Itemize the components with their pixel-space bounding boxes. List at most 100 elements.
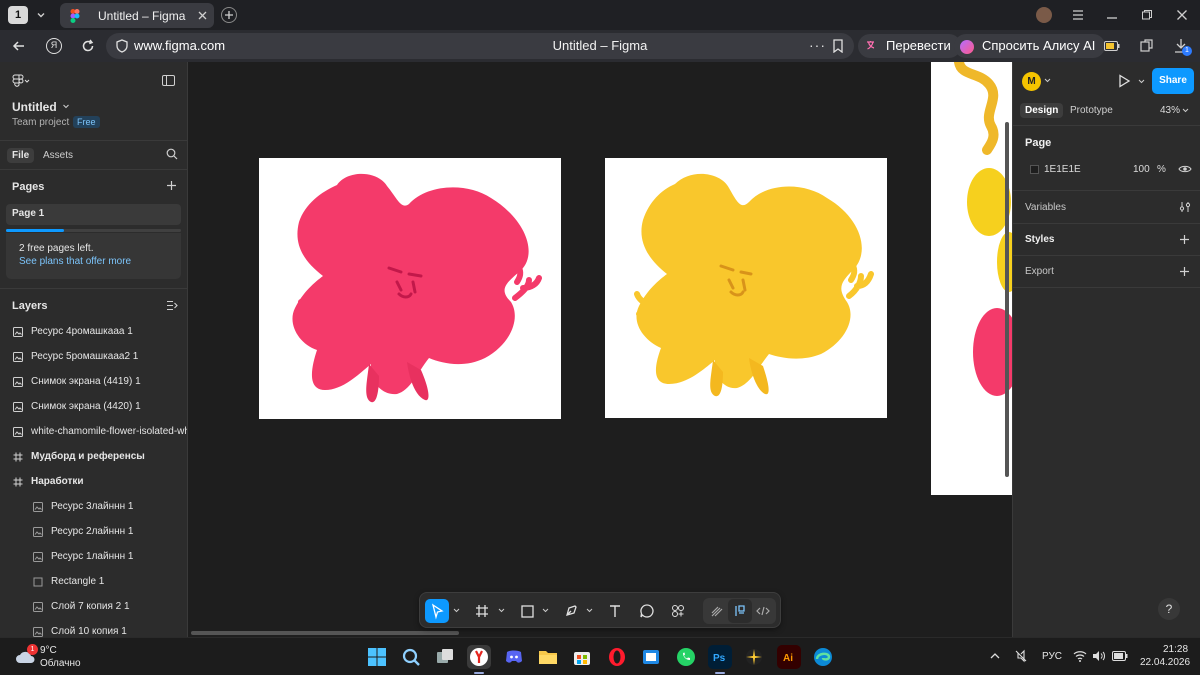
new-tab-button[interactable]	[221, 7, 237, 23]
photoshop-icon[interactable]: Ps	[708, 645, 732, 669]
search-icon[interactable]	[166, 148, 178, 160]
artboard-yellow-flower[interactable]	[605, 158, 887, 418]
chevron-down-icon[interactable]	[1138, 78, 1145, 85]
extensions-icon[interactable]	[1140, 39, 1154, 53]
see-plans-link[interactable]: See plans that offer more	[19, 256, 131, 267]
avatar[interactable]: M	[1022, 72, 1041, 91]
shield-icon[interactable]	[116, 39, 128, 53]
discord-icon[interactable]	[502, 645, 526, 669]
actions-tool-button[interactable]	[666, 599, 690, 623]
layer-row[interactable]: white-chamomile-flower-isolated-whit	[0, 420, 187, 445]
artboard-partial[interactable]	[931, 62, 1012, 495]
eye-icon[interactable]	[1178, 164, 1192, 174]
start-button[interactable]	[365, 645, 389, 669]
collapse-layers-icon[interactable]	[166, 300, 178, 311]
store-icon[interactable]	[570, 645, 594, 669]
design-canvas[interactable]	[188, 62, 1012, 637]
yandex-browser-icon[interactable]	[467, 645, 491, 669]
present-icon[interactable]	[1117, 74, 1131, 88]
chevron-up-icon[interactable]	[990, 652, 1000, 660]
clock-time[interactable]: 21:28	[1163, 644, 1188, 655]
browser-tab[interactable]: Untitled – Figma	[60, 3, 214, 28]
page-opacity[interactable]: 100	[1133, 164, 1150, 175]
layer-row[interactable]: Ресурс 3лайннн 1	[0, 495, 187, 520]
chevron-down-icon[interactable]	[453, 607, 460, 614]
shape-tool-button[interactable]	[515, 599, 539, 623]
zoom-level[interactable]: 43%	[1160, 105, 1180, 116]
move-tool-button[interactable]	[425, 599, 449, 623]
tab-file[interactable]: File	[7, 148, 35, 163]
layer-row[interactable]: Слой 7 копия 2 1	[0, 595, 187, 620]
mic-muted-icon[interactable]	[1014, 649, 1028, 663]
layer-row[interactable]: Слой 10 копия 1	[0, 620, 187, 637]
layer-row[interactable]: Ресурс 1лайннн 1	[0, 545, 187, 570]
tab-design[interactable]: Design	[1020, 103, 1064, 118]
restore-icon[interactable]	[1141, 9, 1153, 21]
reload-icon[interactable]	[81, 39, 95, 53]
chevron-down-icon[interactable]	[498, 607, 505, 614]
layer-row[interactable]: Ресурс 5ромашкааа2 1	[0, 345, 187, 370]
design-mode-button[interactable]	[728, 599, 752, 623]
sidebar-toggle-icon[interactable]	[162, 75, 175, 86]
draw-mode-button[interactable]	[705, 599, 729, 623]
chevron-down-icon[interactable]	[36, 10, 46, 20]
clock-date[interactable]: 22.04.2026	[1140, 657, 1190, 668]
layer-row[interactable]: Снимок экрана (4420) 1	[0, 395, 187, 420]
horizontal-scrollbar[interactable]	[191, 631, 459, 635]
paint-app-icon[interactable]	[742, 645, 766, 669]
variables-settings-icon[interactable]	[1179, 201, 1191, 213]
opera-icon[interactable]	[605, 645, 629, 669]
volume-icon[interactable]	[1092, 650, 1106, 662]
chevron-down-icon[interactable]	[542, 607, 549, 614]
app-icon[interactable]	[639, 645, 663, 669]
file-explorer-icon[interactable]	[536, 645, 560, 669]
chevron-down-icon[interactable]	[586, 607, 593, 614]
battery-tray-icon[interactable]	[1112, 651, 1128, 661]
more-icon[interactable]: ···	[809, 38, 826, 52]
tab-assets[interactable]: Assets	[43, 150, 73, 161]
help-button[interactable]: ?	[1158, 598, 1180, 620]
chevron-down-icon[interactable]	[1044, 77, 1051, 84]
edge-icon[interactable]	[811, 645, 835, 669]
layer-row[interactable]: Наработки	[0, 470, 187, 495]
tab-count-button[interactable]: 1	[8, 6, 28, 24]
comment-tool-button[interactable]	[635, 599, 659, 623]
file-name[interactable]: Untitled	[12, 100, 57, 114]
search-taskbar-icon[interactable]	[399, 645, 423, 669]
chevron-down-icon[interactable]	[62, 102, 70, 110]
dev-mode-button[interactable]	[751, 599, 775, 623]
profile-avatar[interactable]	[1036, 7, 1052, 23]
team-label[interactable]: Team project	[12, 117, 69, 128]
pen-tool-button[interactable]	[559, 599, 583, 623]
figma-menu-icon[interactable]	[12, 74, 30, 88]
add-style-icon[interactable]	[1179, 234, 1190, 245]
task-view-icon[interactable]	[433, 645, 457, 669]
artboard-pink-flower[interactable]	[259, 158, 561, 419]
menu-icon[interactable]	[1072, 9, 1084, 21]
back-icon[interactable]	[12, 39, 26, 53]
ask-alice-button[interactable]: Спросить Алису AI	[954, 34, 1106, 58]
layer-row[interactable]: Снимок экрана (4419) 1	[0, 370, 187, 395]
page-color-swatch[interactable]	[1030, 165, 1039, 174]
layer-row[interactable]: Мудборд и референсы	[0, 445, 187, 470]
weather-widget[interactable]: 1 9°C Облачно	[10, 642, 90, 672]
wifi-icon[interactable]	[1073, 650, 1087, 662]
layer-row[interactable]: Rectangle 1	[0, 570, 187, 595]
vertical-scrollbar[interactable]	[1005, 122, 1009, 477]
layer-row[interactable]: Ресурс 4ромашкааа 1	[0, 320, 187, 345]
language-indicator[interactable]: РУС	[1042, 651, 1062, 662]
text-tool-button[interactable]	[603, 599, 627, 623]
tab-prototype[interactable]: Prototype	[1070, 105, 1113, 116]
minimize-icon[interactable]	[1106, 9, 1118, 21]
add-export-icon[interactable]	[1179, 266, 1190, 277]
illustrator-icon[interactable]: Ai	[777, 645, 801, 669]
add-page-icon[interactable]	[166, 180, 177, 191]
whatsapp-icon[interactable]	[674, 645, 698, 669]
chevron-down-icon[interactable]	[1182, 107, 1189, 114]
bookmark-icon[interactable]	[832, 39, 844, 53]
close-window-icon[interactable]	[1176, 9, 1188, 21]
battery-icon[interactable]	[1104, 41, 1120, 51]
page-item-page-1[interactable]: Page 1	[6, 204, 181, 225]
layer-row[interactable]: Ресурс 2лайннн 1	[0, 520, 187, 545]
close-icon[interactable]	[198, 11, 207, 20]
